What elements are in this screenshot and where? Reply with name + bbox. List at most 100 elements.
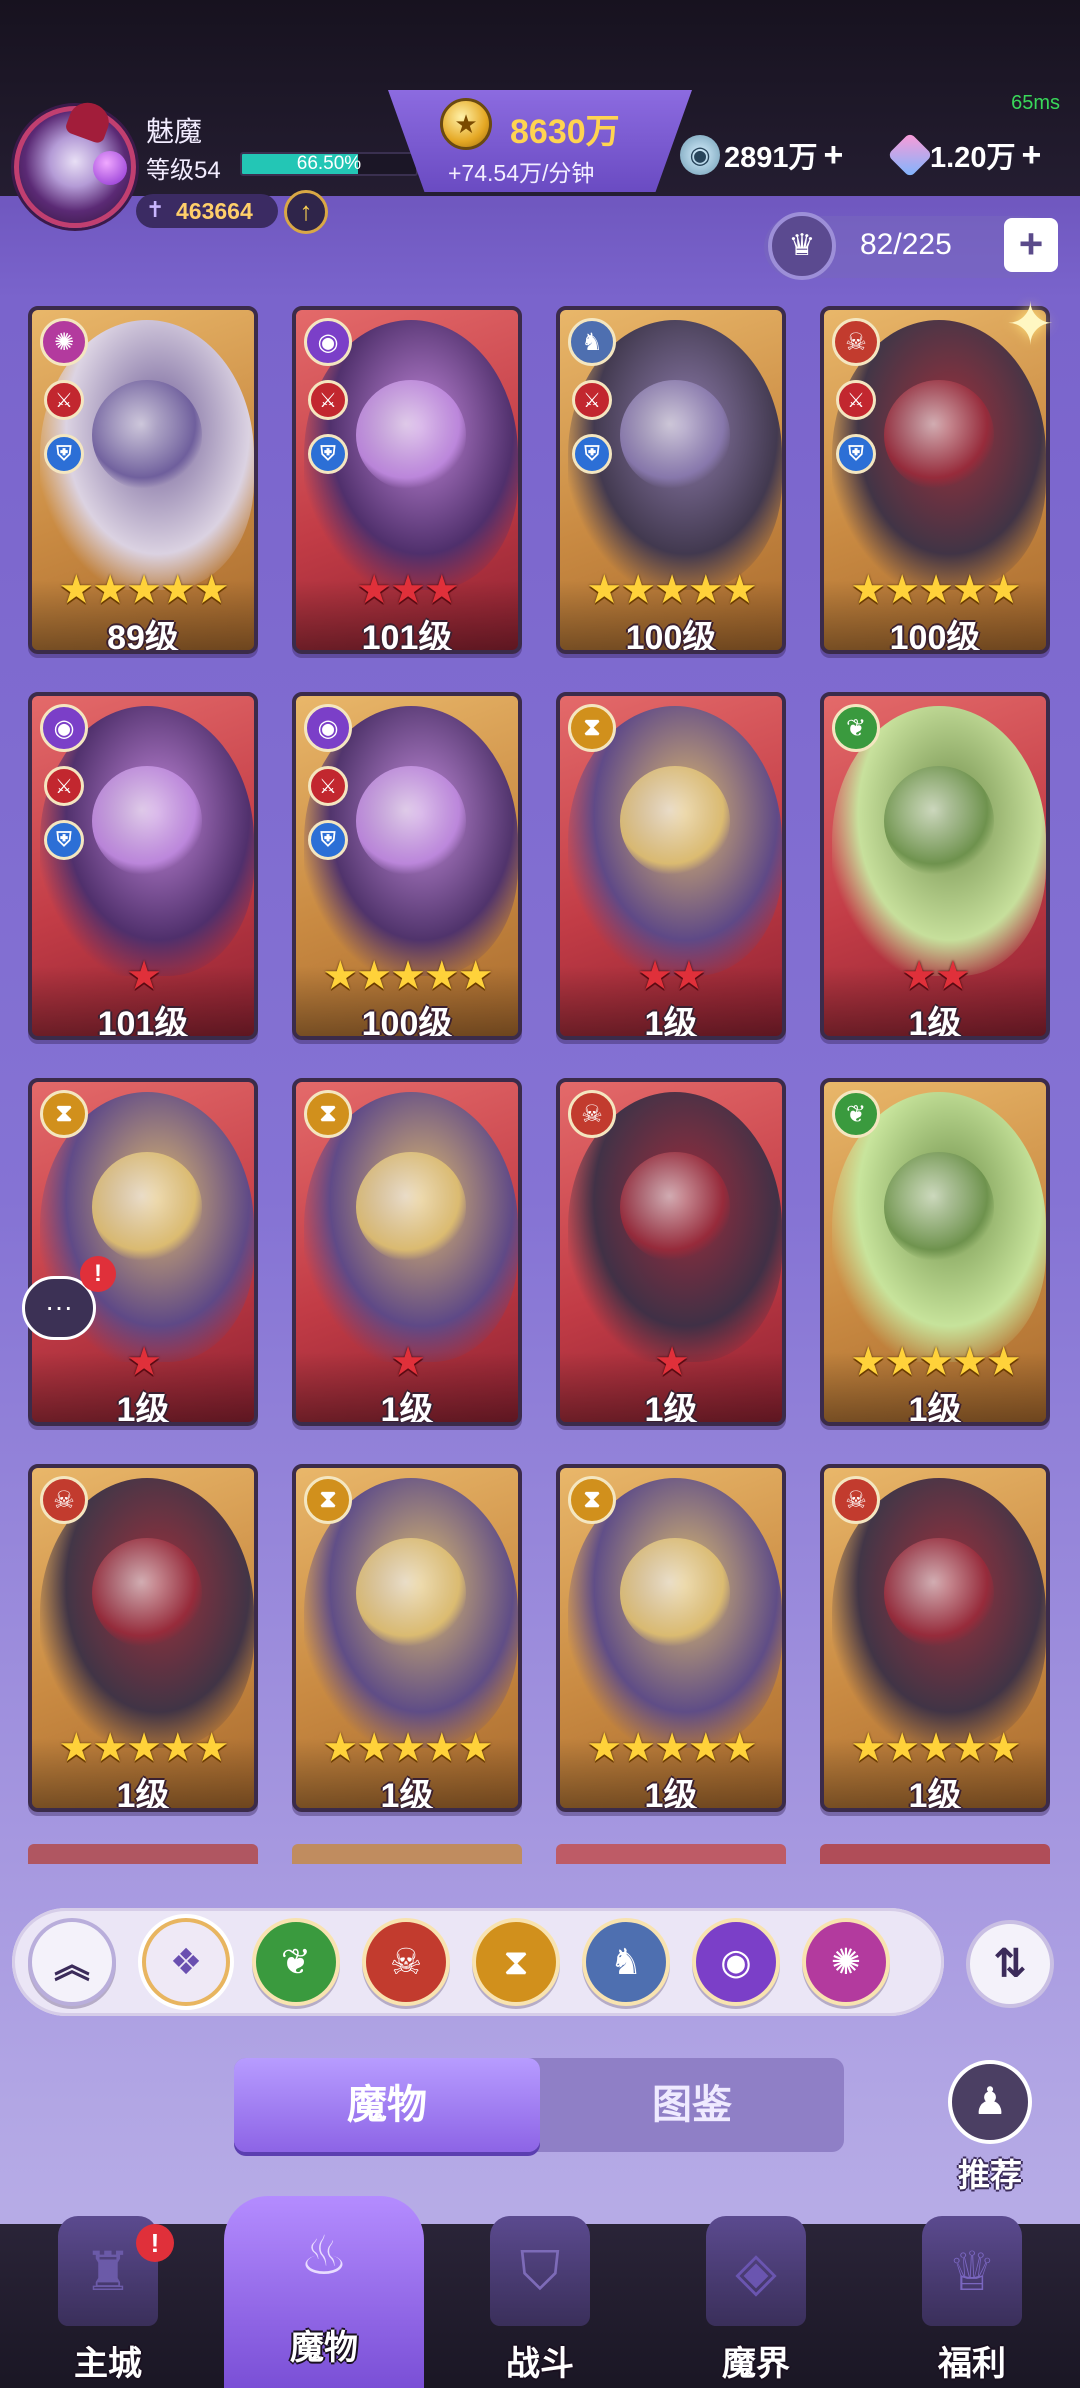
- resource-crystal: ◉ 2891万 +: [680, 132, 843, 178]
- monster-face: [92, 766, 202, 876]
- nature-faction-icon: ❦: [832, 1090, 880, 1138]
- sword-power-icon: ✝: [146, 197, 165, 222]
- monster-level: 100级: [889, 619, 981, 654]
- player-avatar[interactable]: [14, 97, 136, 228]
- card-peek: [28, 1844, 258, 1864]
- demon-faction-icon: ☠: [40, 1476, 88, 1524]
- leaf-icon[interactable]: ❦: [252, 1918, 340, 2006]
- monster-card[interactable]: ♞ ⚔ ⛨ ★★★★★ 100级: [556, 306, 786, 654]
- monster-level: 1级: [116, 1391, 170, 1426]
- monster-card[interactable]: ◉ ⚔ ⛨ ★★★★★ 100级: [292, 692, 522, 1040]
- double-chevron-up-icon[interactable]: ︽: [28, 1918, 116, 2006]
- monster-face: [884, 1538, 994, 1648]
- diamond-grid-icon[interactable]: ❖: [142, 1918, 230, 2006]
- shield-sword-icon: ⛉: [490, 2216, 590, 2326]
- dragon-icon[interactable]: ♞: [582, 1918, 670, 2006]
- monster-card[interactable]: ◉ ⚔ ⛨ ★★★ 101级: [292, 306, 522, 654]
- card-peek: [820, 1844, 1050, 1864]
- monster-level: 100级: [625, 619, 717, 654]
- recommend-button[interactable]: ♟: [948, 2060, 1032, 2144]
- tab-monsters[interactable]: 魔物: [234, 2058, 540, 2152]
- monster-card[interactable]: ❦ ★★★★★ 1级: [820, 1078, 1050, 1426]
- recommend-label: 推荐: [957, 2157, 1022, 2193]
- resource-gem: 1.20万 +: [887, 132, 1041, 178]
- card-peek: [556, 1844, 786, 1864]
- monster-level: 101级: [97, 1005, 189, 1040]
- eye-faction-icon: ◉: [304, 704, 352, 752]
- monster-level: 1级: [644, 1005, 698, 1040]
- expand-capacity-button[interactable]: +: [1004, 218, 1058, 272]
- player-level: 等级54: [146, 157, 221, 184]
- capacity-value: 82/225: [860, 228, 952, 261]
- nav-item-3[interactable]: ⛉ 战斗: [432, 2200, 648, 2388]
- defense-role-icon: ⛨: [308, 434, 348, 474]
- monster-card[interactable]: ⧗ ★★ 1级: [556, 692, 786, 1040]
- attack-role-icon: ⚔: [308, 766, 348, 806]
- sparkle-icon: ✦: [1006, 292, 1055, 357]
- swirl-icon[interactable]: ✺: [802, 1918, 890, 2006]
- monster-card[interactable]: ✺ ⚔ ⛨ ★★★★★ 89级: [28, 306, 258, 654]
- monster-level: 1级: [644, 1391, 698, 1426]
- nav-item-1[interactable]: ♜ 主城: [0, 2200, 216, 2388]
- time-faction-icon: ⧗: [40, 1090, 88, 1138]
- portal-icon: ◈: [706, 2216, 806, 2326]
- star-rating: ★★★★★: [586, 568, 757, 612]
- monster-level: 1级: [908, 1777, 962, 1812]
- monster-card[interactable]: ⧗ ★★★★★ 1级: [556, 1464, 786, 1812]
- nav-item-2[interactable]: ♨ 魔物: [216, 2184, 432, 2388]
- star-rating: ★★: [637, 954, 707, 998]
- monster-level: 1级: [644, 1777, 698, 1812]
- nav-label: 魔界: [722, 2345, 790, 2383]
- monster-face: [356, 766, 466, 876]
- monster-card[interactable]: ⧗ ★ 1级: [28, 1078, 258, 1426]
- sort-button[interactable]: ⇅: [966, 1920, 1054, 2008]
- tab-codex[interactable]: 图鉴: [540, 2058, 844, 2152]
- star-rating: ★★★★★: [586, 1726, 757, 1770]
- eye-icon[interactable]: ◉: [692, 1918, 780, 2006]
- resource-gem-value: 1.20万: [930, 142, 1016, 174]
- monster-card[interactable]: ☠ ★ 1级: [556, 1078, 786, 1426]
- monster-level: 89级: [107, 619, 179, 654]
- monster-face: [92, 380, 202, 490]
- add-gem-button[interactable]: +: [1021, 136, 1041, 175]
- xp-bar: 66.50%: [240, 152, 418, 176]
- nav-label: 魔物: [290, 2329, 358, 2367]
- demon-mask-icon[interactable]: ☠: [362, 1918, 450, 2006]
- monster-card[interactable]: ❦ ★★ 1级: [820, 692, 1050, 1040]
- main-city-alert-icon: !: [136, 2224, 174, 2262]
- monster-face: [884, 380, 994, 490]
- power-value: 463664: [176, 198, 253, 224]
- star-rating: ★: [126, 954, 162, 998]
- gold-coin-icon: ★: [440, 98, 492, 150]
- monster-card[interactable]: ⧗ ★ 1级: [292, 1078, 522, 1426]
- demon-faction-icon: ☠: [832, 1476, 880, 1524]
- monster-card[interactable]: ☠ ★★★★★ 1级: [820, 1464, 1050, 1812]
- hourglass-icon[interactable]: ⧗: [472, 1918, 560, 2006]
- star-rating: ★★★★★: [322, 1726, 493, 1770]
- add-crystal-button[interactable]: +: [824, 136, 844, 175]
- chaos-faction-icon: ✺: [40, 318, 88, 366]
- time-faction-icon: ⧗: [568, 1476, 616, 1524]
- nav-item-5[interactable]: ♕ 福利: [864, 2200, 1080, 2388]
- monster-card[interactable]: ☠ ★★★★★ 1级: [28, 1464, 258, 1812]
- monster-level: 1级: [116, 1777, 170, 1812]
- monster-card[interactable]: ◉ ⚔ ⛨ ★ 101级: [28, 692, 258, 1040]
- flame-icon: ♨: [299, 2225, 349, 2286]
- defense-role-icon: ⛨: [572, 434, 612, 474]
- monster-level: 100级: [361, 1005, 453, 1040]
- monster-level: 1级: [380, 1777, 434, 1812]
- eye-faction-icon: ◉: [304, 318, 352, 366]
- monster-level: 1级: [380, 1391, 434, 1426]
- star-rating: ★★★★★: [850, 568, 1021, 612]
- monster-card[interactable]: ☠ ⚔ ⛨ ★★★★★ 100级: [820, 306, 1050, 654]
- avatar-orb-icon: [93, 151, 127, 185]
- monster-card[interactable]: ⧗ ★★★★★ 1级: [292, 1464, 522, 1812]
- time-faction-icon: ⧗: [304, 1090, 352, 1138]
- card-peek: [292, 1844, 522, 1864]
- gem-icon: [887, 132, 933, 178]
- nav-label: 福利: [938, 2345, 1006, 2383]
- power-up-button[interactable]: ↑: [284, 190, 328, 234]
- chat-alert-icon: !: [80, 1256, 116, 1292]
- monster-face: [620, 766, 730, 876]
- nav-item-4[interactable]: ◈ 魔界: [648, 2200, 864, 2388]
